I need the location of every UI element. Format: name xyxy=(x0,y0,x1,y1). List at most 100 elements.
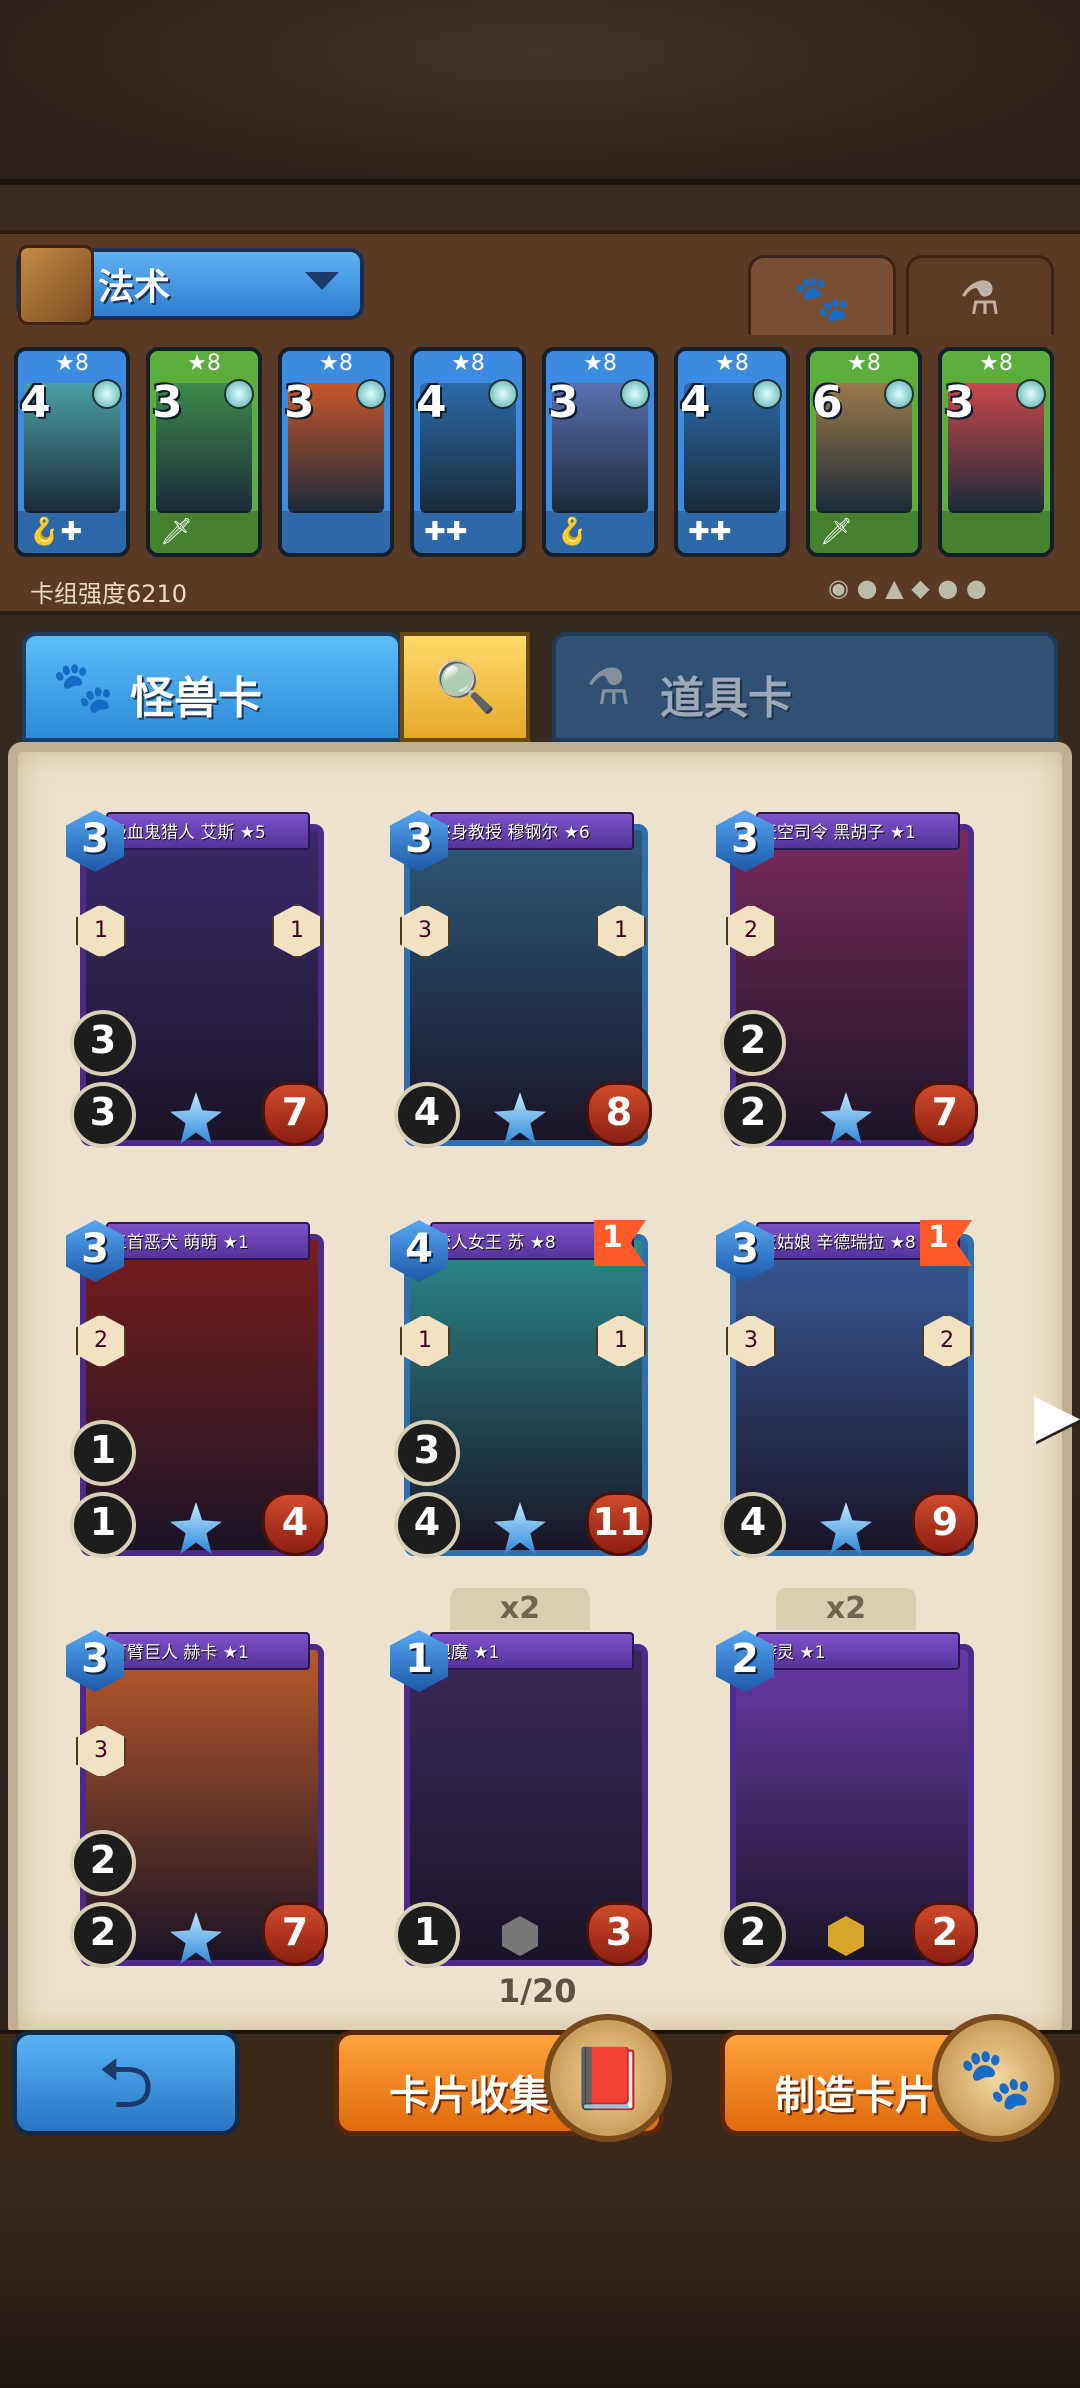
top-wood-header xyxy=(0,0,1080,185)
card-cost: 1 xyxy=(405,1636,433,1682)
card-name: 三首恶犬 萌萌 ★1 xyxy=(110,1233,249,1253)
ability-icons: 🗡 xyxy=(160,517,194,547)
card-footer: 🪝 xyxy=(546,511,654,553)
attack-stat: 1 xyxy=(70,1492,136,1558)
craft-card-label: 制造卡片 xyxy=(775,2073,935,2119)
card-cost: 6 xyxy=(812,377,843,428)
copies-count: x2 xyxy=(450,1588,590,1630)
attack-stat: 4 xyxy=(394,1492,460,1558)
card-name: 百臂巨人 赫卡 ★1 xyxy=(110,1643,249,1663)
card-name: 天空司令 黑胡子 ★1 xyxy=(760,823,916,843)
element-filter-icons[interactable]: ◉ ● ▲ ◆ ● ● xyxy=(828,574,987,602)
health-stat: 4 xyxy=(262,1492,328,1556)
element-gem-icon xyxy=(92,379,122,409)
paw-icon: 🐾 xyxy=(793,271,851,325)
tab-monster-deck[interactable]: 🐾 xyxy=(748,255,896,335)
card-footer: ✚✚ xyxy=(414,511,522,553)
tab-item-cards[interactable]: ⚗ 道具卡 xyxy=(552,632,1058,742)
card-stars: ★8 xyxy=(451,351,485,376)
card-footer: 🗡 xyxy=(150,511,258,553)
card-name: 眼魔 ★1 xyxy=(434,1643,500,1663)
card-footer: 🗡 xyxy=(810,511,918,553)
health-stat: 8 xyxy=(586,1082,652,1146)
deck-power: 卡组强度6210 xyxy=(30,580,188,608)
card-cost: 3 xyxy=(284,377,315,428)
speed-stat: 2 xyxy=(720,1010,786,1076)
collection-card[interactable]: 天空司令 黑胡子 ★1 3222 7 xyxy=(716,810,978,1156)
search-button[interactable]: 🔍 xyxy=(400,632,530,742)
attack-stat: 1 xyxy=(394,1902,460,1968)
card-cost: 3 xyxy=(405,816,433,862)
ability-icons: 🗡 xyxy=(820,517,854,547)
element-gem-icon xyxy=(224,379,254,409)
card-stars: ★8 xyxy=(187,351,221,376)
card-cost: 3 xyxy=(81,1636,109,1682)
card-cost: 2 xyxy=(731,1636,759,1682)
deck-book-icon xyxy=(18,245,94,325)
card-footer xyxy=(942,511,1050,553)
chevron-down-icon[interactable] xyxy=(305,272,339,290)
next-page-arrow-icon[interactable]: ▶ xyxy=(1034,1380,1080,1450)
collection-card[interactable]: 灰姑娘 辛德瑞拉 ★8 3324 91 xyxy=(716,1220,978,1566)
collection-card[interactable]: 终身教授 穆钢尔 ★6 3314 8 xyxy=(390,810,652,1156)
card-name: 吸血鬼猎人 艾斯 ★5 xyxy=(110,823,266,843)
ability-icons: 🪝✚ xyxy=(28,517,83,547)
speed-stat: 3 xyxy=(70,1010,136,1076)
collection-card[interactable]: 鲛人女王 苏 ★8 41134 11 1 xyxy=(390,1220,652,1566)
potion-icon: ⚗ xyxy=(959,271,1001,325)
deck-card[interactable]: ★8 6 🗡 xyxy=(806,347,922,557)
health-stat: 7 xyxy=(912,1082,978,1146)
collection-card[interactable]: x2 眼魔 ★1 1 1 3 xyxy=(390,1588,652,1976)
deck-name: 法术 xyxy=(98,267,171,308)
element-gem-icon xyxy=(884,379,914,409)
paw-jar-icon: 🐾 xyxy=(932,2014,1060,2142)
tab-item-label: 道具卡 xyxy=(660,673,792,724)
health-stat: 11 xyxy=(586,1492,652,1556)
health-stat: 3 xyxy=(586,1902,652,1966)
card-cost: 4 xyxy=(416,377,447,428)
card-cost: 3 xyxy=(731,816,759,862)
ability-icons: ✚✚ xyxy=(688,517,732,547)
health-stat: 9 xyxy=(912,1492,978,1556)
health-stat: 2 xyxy=(912,1902,978,1966)
search-icon: 🔍 xyxy=(434,658,497,716)
card-cost: 4 xyxy=(405,1226,433,1272)
collection-card[interactable]: 吸血鬼猎人 艾斯 ★5 31133 7 xyxy=(66,810,328,1156)
card-footer: 🪝✚ xyxy=(18,511,126,553)
attack-stat: 2 xyxy=(720,1082,786,1148)
card-stars: ★8 xyxy=(715,351,749,376)
card-book-icon: 📕 xyxy=(544,2014,672,2142)
deck-card[interactable]: ★8 3 🪝 xyxy=(542,347,658,557)
element-gem-icon xyxy=(488,379,518,409)
collection-card[interactable]: 三首恶犬 萌萌 ★1 3211 4 xyxy=(66,1220,328,1566)
paw-icon: 🐾 xyxy=(52,658,115,716)
card-stars: ★8 xyxy=(583,351,617,376)
card-stars: ★8 xyxy=(319,351,353,376)
card-cost: 3 xyxy=(81,1226,109,1272)
ability-icons: 🪝 xyxy=(556,517,589,547)
deck-card[interactable]: ★8 3 🗡 xyxy=(146,347,262,557)
collection-card[interactable]: 百臂巨人 赫卡 ★1 3322 7 xyxy=(66,1630,328,1976)
tab-monster-cards[interactable]: 🐾 怪兽卡 xyxy=(22,632,402,742)
deck-card[interactable]: ★8 4 ✚✚ xyxy=(674,347,790,557)
card-stars: ★8 xyxy=(979,351,1013,376)
potion-icon: ⚗ xyxy=(586,658,631,716)
ability-icons: ✚✚ xyxy=(424,517,468,547)
card-cost: 3 xyxy=(152,377,183,428)
element-gem-icon xyxy=(1016,379,1046,409)
card-stars: ★8 xyxy=(847,351,881,376)
card-name: 终身教授 穆钢尔 ★6 xyxy=(434,823,590,843)
deck-card[interactable]: ★8 3 xyxy=(278,347,394,557)
card-cost: 4 xyxy=(680,377,711,428)
deck-card[interactable]: ★8 4 ✚✚ xyxy=(410,347,526,557)
back-button[interactable]: ⮌ xyxy=(12,2030,240,2136)
deck-card[interactable]: ★8 4 🪝✚ xyxy=(14,347,130,557)
collection-card[interactable]: x2 游灵 ★1 2 2 2 xyxy=(716,1588,978,1976)
bottom-wood-frame xyxy=(0,2160,1080,2388)
attack-stat: 2 xyxy=(70,1902,136,1968)
card-name: 游灵 ★1 xyxy=(760,1643,826,1663)
speed-stat: 3 xyxy=(394,1420,460,1486)
card-cost: 3 xyxy=(81,816,109,862)
tab-item-deck[interactable]: ⚗ xyxy=(906,255,1054,335)
deck-card[interactable]: ★8 3 xyxy=(938,347,1054,557)
